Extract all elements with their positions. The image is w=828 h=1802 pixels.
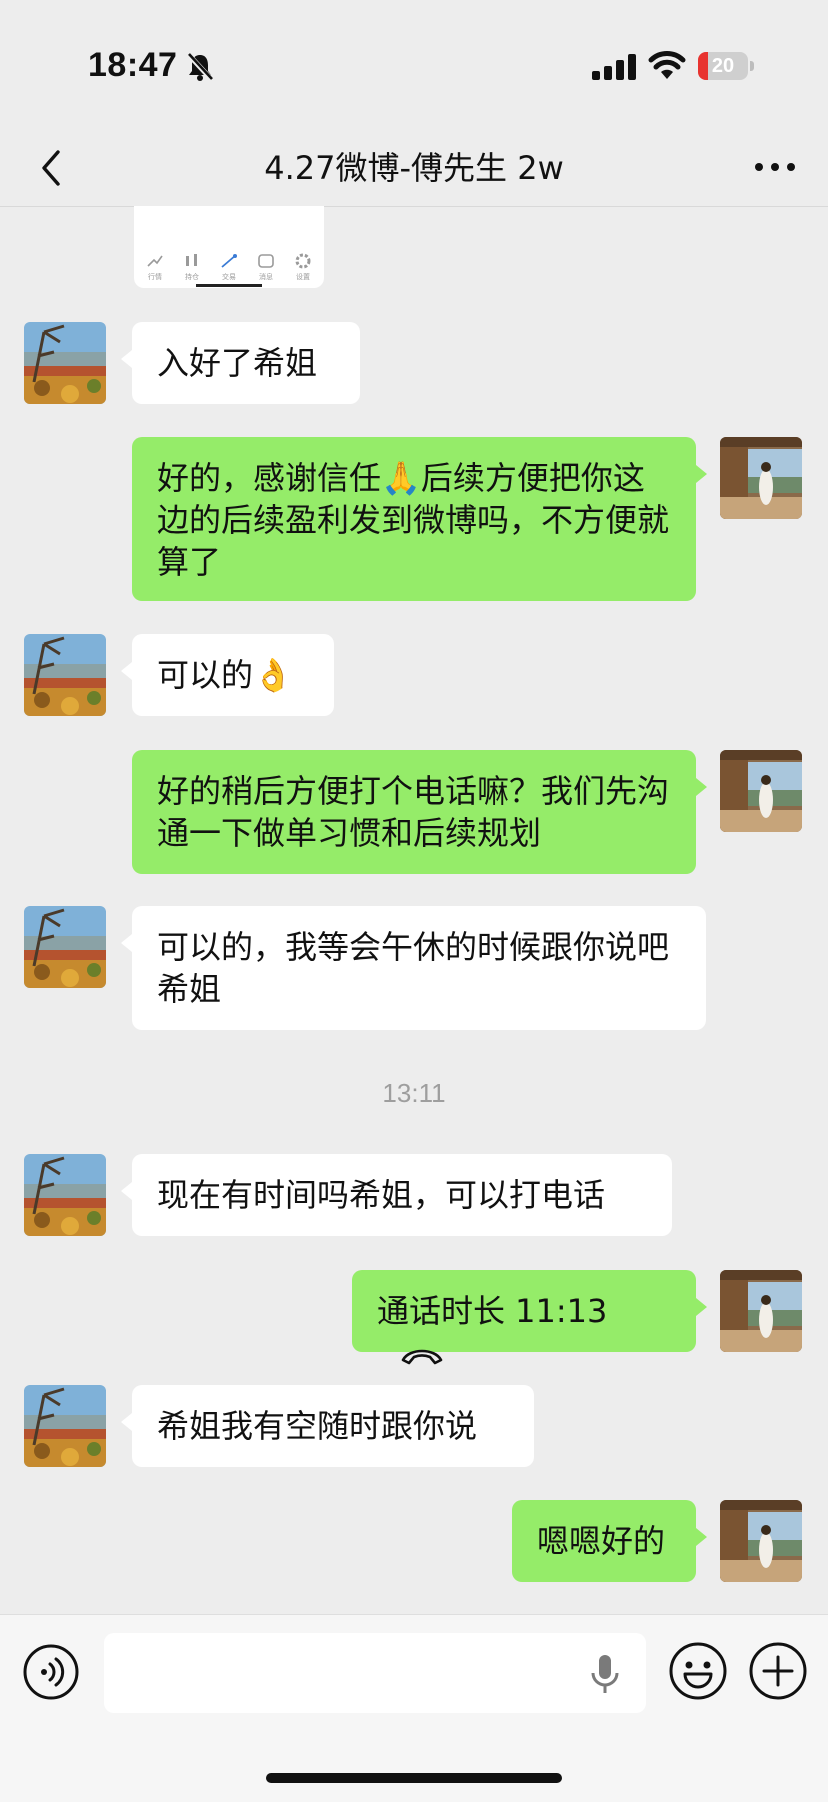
emoji-icon[interactable] <box>668 1641 728 1701</box>
cellular-signal-icon <box>592 54 636 80</box>
chevron-left-icon[interactable] <box>32 142 72 194</box>
chat-title: 4.27微博-傅先生 2w <box>264 149 564 187</box>
status-time: 18:47 <box>88 46 178 84</box>
tab-icon-active <box>221 254 237 268</box>
message-text: 希姐我有空随时跟你说 <box>157 1407 478 1445</box>
mic-icon[interactable] <box>590 1653 620 1695</box>
message-bubble-received[interactable]: 入好了希姐 <box>121 322 360 404</box>
avatar-contact[interactable] <box>24 634 106 716</box>
tab-icon <box>186 254 197 266</box>
phone-hangup-icon <box>401 1349 443 1365</box>
tab-caption: 交易 <box>222 273 236 281</box>
status-bar: 18:47 20 <box>0 0 828 130</box>
tab-icon <box>147 255 163 267</box>
message-text: 现在有时间吗希姐，可以打电话 <box>157 1176 606 1214</box>
message-bubble-sent[interactable]: 好的，感谢信任🙏后续方便把你这边的后续盈利发到微博吗，不方便就算了 <box>132 437 707 601</box>
tab-caption: 行情 <box>148 273 162 281</box>
tab-caption: 持仓 <box>185 273 199 281</box>
tab-caption: 设置 <box>296 273 310 281</box>
message-bubble-received[interactable]: 可以的👌 <box>121 634 334 716</box>
avatar-self[interactable] <box>720 437 802 519</box>
plus-icon[interactable] <box>748 1641 808 1701</box>
message-bubble-received[interactable]: 现在有时间吗希姐，可以打电话 <box>121 1154 672 1236</box>
bell-muted-icon <box>186 52 214 82</box>
chat-timestamp: 13:11 <box>382 1078 446 1108</box>
message-text: 好的稍后方便打个电话嘛？我们先沟通一下做单习惯和后续规划 <box>157 772 670 852</box>
wifi-icon <box>648 51 686 79</box>
gear-icon <box>295 253 311 269</box>
avatar-contact[interactable] <box>24 906 106 988</box>
avatar-self[interactable] <box>720 1500 802 1582</box>
voice-icon[interactable] <box>22 1643 80 1701</box>
message-bubble-received[interactable]: 希姐我有空随时跟你说 <box>121 1385 534 1467</box>
message-text: 可以的，我等会午休的时候跟你说吧希姐 <box>157 928 670 1008</box>
avatar-contact[interactable] <box>24 322 106 404</box>
call-duration-text: 通话时长 11:13 <box>377 1292 608 1330</box>
message-bubble-sent[interactable]: 好的稍后方便打个电话嘛？我们先沟通一下做单习惯和后续规划 <box>132 750 707 874</box>
message-input[interactable] <box>104 1633 646 1713</box>
message-text: 嗯嗯好的 <box>537 1522 666 1560</box>
avatar-contact[interactable] <box>24 1385 106 1467</box>
message-bubble-received[interactable]: 可以的，我等会午休的时候跟你说吧希姐 <box>121 906 706 1030</box>
message-text: 可以的👌 <box>157 656 293 694</box>
chat-header: 4.27微博-傅先生 2w <box>0 130 828 207</box>
tab-caption: 消息 <box>259 273 273 281</box>
message-bubble-sent[interactable]: 嗯嗯好的 <box>512 1500 707 1582</box>
battery-percent: 20 <box>711 55 735 77</box>
battery-icon: 20 <box>698 52 754 80</box>
shared-image-card[interactable]: 行情 持仓 交易 消息 设置 <box>134 206 324 288</box>
avatar-self[interactable] <box>720 750 802 832</box>
avatar-contact[interactable] <box>24 1154 106 1236</box>
message-text: 入好了希姐 <box>157 344 318 382</box>
more-icon[interactable] <box>752 152 798 182</box>
call-record-bubble[interactable]: 通话时长 11:13 <box>352 1270 707 1365</box>
message-text: 好的，感谢信任🙏后续方便把你这边的后续盈利发到微博吗，不方便就算了 <box>157 459 670 581</box>
chat-input-bar <box>0 1614 828 1802</box>
tab-icon <box>258 254 274 268</box>
avatar-self[interactable] <box>720 1270 802 1352</box>
home-indicator <box>266 1773 562 1783</box>
